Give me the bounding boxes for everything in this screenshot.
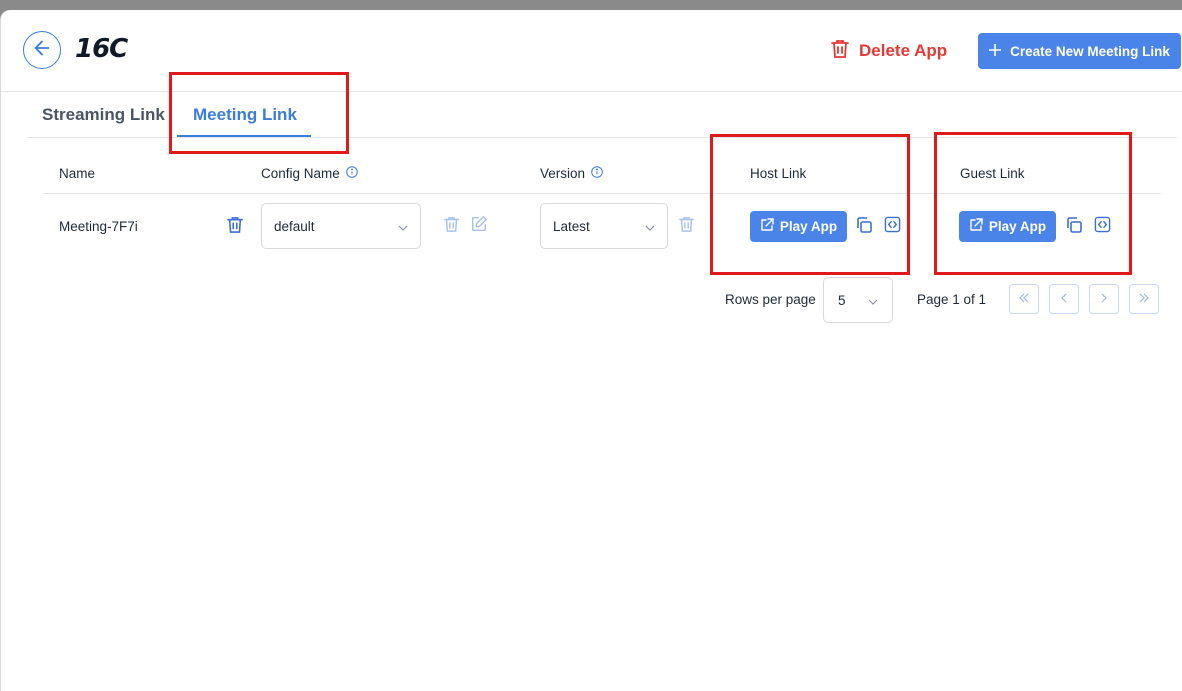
code-icon <box>884 216 901 238</box>
version-value: Latest <box>553 218 590 234</box>
external-link-icon <box>969 218 983 235</box>
embed-host-link-button[interactable] <box>882 216 902 238</box>
copy-host-link-button[interactable] <box>854 216 874 239</box>
back-button[interactable] <box>23 31 61 69</box>
trash-icon <box>227 216 243 239</box>
tab-streaming-link[interactable]: Streaming Link <box>42 105 165 125</box>
page-indicator: Page 1 of 1 <box>917 292 987 307</box>
column-header-guest-label: Guest Link <box>960 166 1025 181</box>
first-page-button[interactable] <box>1009 284 1039 314</box>
host-play-app-button[interactable]: Play App <box>750 211 847 242</box>
previous-page-button[interactable] <box>1049 284 1079 314</box>
create-meeting-link-label: Create New Meeting Link <box>1010 43 1170 59</box>
column-header-host-link: Host Link <box>750 166 806 181</box>
column-header-name: Name <box>59 166 95 181</box>
config-name-select[interactable]: default <box>261 203 421 249</box>
column-header-guest-link: Guest Link <box>960 166 1025 181</box>
header-divider <box>1 91 1182 92</box>
chevron-down-icon <box>645 219 655 234</box>
annotation-box-host-link <box>710 134 910 275</box>
info-icon[interactable] <box>345 166 358 181</box>
version-select[interactable]: Latest <box>540 203 668 249</box>
table-header-divider <box>43 193 1161 194</box>
host-play-app-label: Play App <box>779 219 838 234</box>
rows-per-page-label: Rows per page <box>725 292 816 307</box>
chevrons-left-icon <box>1018 290 1030 308</box>
plus-icon <box>989 43 1002 59</box>
column-header-host-label: Host Link <box>750 166 807 181</box>
annotation-box-guest-link <box>934 132 1132 275</box>
last-page-button[interactable] <box>1129 284 1159 314</box>
chevrons-right-icon <box>1138 290 1150 308</box>
guest-play-app-button[interactable]: Play App <box>959 211 1056 242</box>
trash-icon <box>443 216 459 238</box>
column-header-version: Version <box>540 166 603 181</box>
copy-guest-link-button[interactable] <box>1064 216 1084 239</box>
column-header-config: Config Name <box>261 166 358 181</box>
chevron-down-icon <box>868 293 878 308</box>
rows-per-page-select[interactable]: 5 <box>823 277 893 323</box>
app-title: 16C <box>75 34 128 64</box>
trash-icon <box>678 216 694 238</box>
tabs-divider <box>27 137 1177 138</box>
next-page-button[interactable] <box>1089 284 1119 314</box>
guest-play-app-label: Play App <box>988 219 1047 234</box>
arrow-left-icon <box>31 37 53 64</box>
delete-version-button[interactable] <box>676 217 696 237</box>
chevron-right-icon <box>1100 290 1108 308</box>
embed-guest-link-button[interactable] <box>1092 216 1112 238</box>
copy-icon <box>1065 216 1083 239</box>
trash-icon <box>831 39 849 64</box>
delete-config-button[interactable] <box>441 217 461 237</box>
code-icon <box>1094 216 1111 238</box>
info-icon[interactable] <box>591 166 603 181</box>
rows-per-page-value: 5 <box>838 292 846 308</box>
column-header-version-label: Version <box>540 166 586 181</box>
copy-icon <box>855 216 873 239</box>
meeting-name-cell: Meeting-7F7i <box>59 219 138 234</box>
app-detail-panel: 16C Delete App Create New Meeting Link S… <box>0 10 1182 691</box>
delete-app-button[interactable]: Delete App <box>831 39 947 63</box>
chevron-left-icon <box>1060 290 1068 308</box>
delete-app-label: Delete App <box>859 41 948 60</box>
column-header-config-label: Config Name <box>261 166 340 181</box>
delete-meeting-button[interactable] <box>225 216 245 239</box>
edit-icon <box>470 215 488 238</box>
config-name-value: default <box>274 218 315 234</box>
chevron-down-icon <box>398 219 408 234</box>
edit-config-button[interactable] <box>469 215 489 238</box>
tab-meeting-link[interactable]: Meeting Link <box>193 105 297 125</box>
external-link-icon <box>760 218 774 235</box>
create-meeting-link-button[interactable]: Create New Meeting Link <box>978 33 1181 69</box>
column-header-name-label: Name <box>59 166 96 181</box>
